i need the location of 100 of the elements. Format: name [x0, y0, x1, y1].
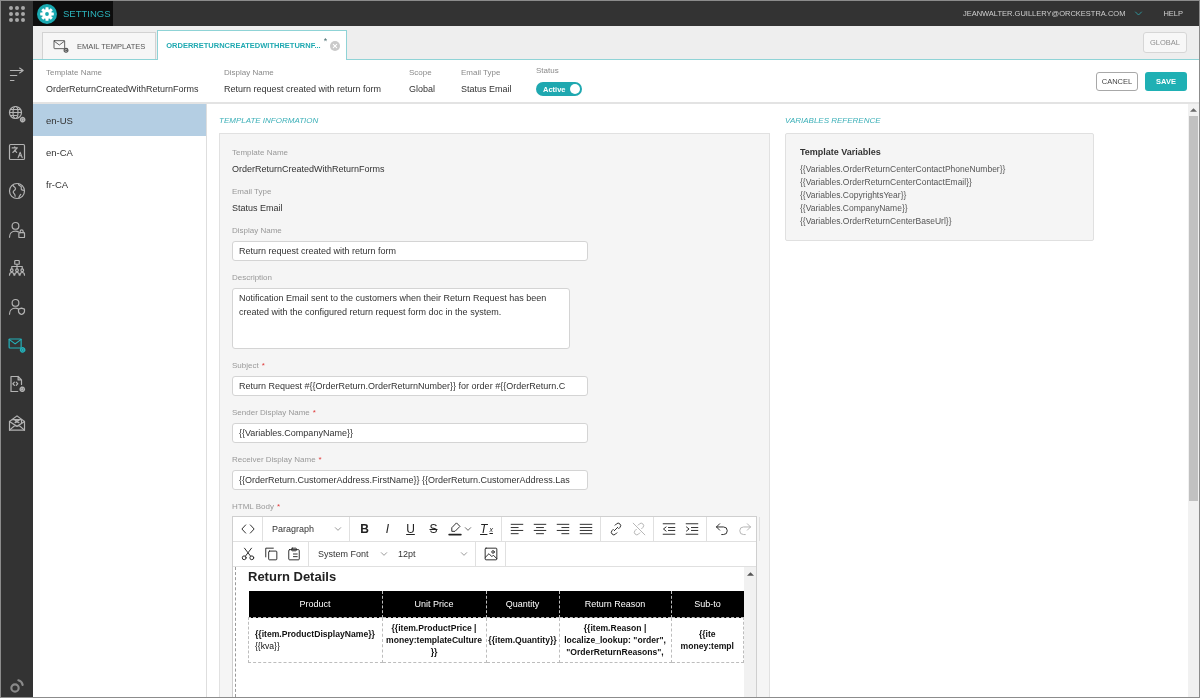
- user-lock-icon[interactable]: [8, 220, 26, 239]
- cell-text: {{ite: [697, 628, 717, 640]
- cell-text: {{item.ProductDisplayName}}: [255, 628, 376, 640]
- cell-text: {{kva}}: [255, 640, 281, 652]
- outdent-icon[interactable]: [661, 522, 676, 536]
- text-area[interactable]: Notification Email sent to the customers when their Return Request has been created with the configured return request form doc in the system.: [232, 288, 570, 349]
- variable-item: {{Variables.OrderReturnCenterContactPhoneNumber}}: [800, 163, 1007, 176]
- caret-icon: [460, 550, 468, 558]
- underline-button[interactable]: U: [399, 518, 422, 540]
- settings-icon: [37, 3, 57, 24]
- highlighter-icon[interactable]: [448, 522, 462, 536]
- code-icon[interactable]: [240, 522, 255, 536]
- unsaved-marker: *: [323, 36, 328, 46]
- cell-text: money:templ: [679, 640, 735, 652]
- field-value: OrderReturnCreatedWithReturnForms: [232, 163, 386, 175]
- summary-value: Status Email: [461, 84, 512, 94]
- table-header-cell: Return Reason: [559, 591, 671, 618]
- app-title: SETTINGS: [63, 8, 111, 19]
- image-icon[interactable]: [483, 547, 498, 561]
- undo-icon[interactable]: [714, 522, 729, 536]
- caret-icon: [380, 550, 388, 558]
- field-label: Receiver Display Name: [232, 455, 316, 465]
- required-mark: *: [261, 361, 265, 371]
- field-label: HTML Body: [232, 502, 274, 512]
- html-editor[interactable]: [232, 516, 757, 697]
- text-field[interactable]: Return request created with return form: [232, 241, 588, 261]
- translate-icon[interactable]: [8, 143, 26, 162]
- cell-text: {{item.ProductPrice | money:templateCulture }}: [385, 622, 483, 658]
- table-header-cell: Quantity: [486, 591, 559, 618]
- field-label: Email Type: [232, 187, 272, 197]
- required-mark: *: [318, 455, 322, 465]
- locale-item[interactable]: fr-CA: [33, 168, 206, 200]
- field-label: Display Name: [232, 226, 282, 236]
- summary-label: Template Name: [46, 68, 103, 77]
- scrollbar-thumb[interactable]: [1189, 116, 1198, 501]
- chevron-down-icon: [1134, 9, 1144, 18]
- summary-value: OrderReturnCreatedWithReturnForms: [46, 84, 199, 94]
- variable-item: {{Variables.OrderReturnCenterContactEmail}}: [800, 176, 973, 189]
- code-file-icon[interactable]: [8, 375, 26, 394]
- align-justify-icon[interactable]: [578, 522, 593, 536]
- user-shield-icon[interactable]: [8, 297, 26, 316]
- locale-item[interactable]: en-CA: [33, 136, 206, 168]
- card-title: Template Variables: [800, 147, 882, 157]
- scissors-icon[interactable]: [240, 547, 255, 561]
- field-value: Status Email: [232, 202, 284, 214]
- scrollbar-track[interactable]: [1188, 104, 1199, 697]
- summary-value: Global: [409, 84, 435, 94]
- copy-icon[interactable]: [263, 547, 278, 561]
- variable-item: {{Variables.OrderReturnCenterBaseUrl}}: [800, 215, 953, 228]
- summary-value: Return request created with return form: [224, 84, 382, 94]
- globe-icon[interactable]: [8, 182, 26, 201]
- summary-label: Scope: [409, 68, 432, 77]
- text-field[interactable]: {{Variables.CompanyName}}: [232, 423, 588, 443]
- summary-label: Status: [536, 66, 559, 75]
- collapse-menu-icon[interactable]: [8, 66, 26, 84]
- paste-icon[interactable]: [286, 547, 301, 561]
- strikethrough-button[interactable]: S: [422, 518, 445, 540]
- italic-button[interactable]: I: [376, 518, 399, 540]
- table-header-cell: Sub-to: [671, 591, 744, 618]
- envelope-icon[interactable]: [8, 413, 26, 432]
- field-label: Subject: [232, 361, 259, 371]
- locale-item[interactable]: en-US: [33, 104, 206, 136]
- field-label: Template Name: [232, 148, 289, 158]
- toolbar-dropdown[interactable]: System Font: [312, 543, 392, 565]
- table-header-cell: Product: [248, 591, 382, 618]
- mail-settings-icon[interactable]: [8, 336, 26, 355]
- field-label: Sender Display Name: [232, 408, 310, 418]
- field-label: Description: [232, 273, 272, 283]
- apps-grid-icon[interactable]: [9, 5, 25, 22]
- required-mark: *: [276, 502, 281, 512]
- bold-button[interactable]: B: [353, 518, 376, 540]
- toggle-knob-icon: [570, 84, 580, 94]
- required-mark: *: [312, 408, 316, 418]
- cell-text: {{item.Quantity}}: [487, 634, 558, 646]
- align-left-icon[interactable]: [509, 522, 524, 536]
- indent-icon[interactable]: [684, 522, 699, 536]
- toolbar-dropdown[interactable]: 12pt: [392, 543, 472, 565]
- section-heading: VARIABLES REFERENCE: [785, 116, 882, 126]
- variable-item: {{Variables.CopyrightsYear}}: [800, 189, 908, 202]
- summary-label: Email Type: [461, 68, 501, 77]
- table-header-cell: Unit Price: [382, 591, 486, 618]
- caret-icon: [464, 525, 472, 533]
- link-icon[interactable]: [608, 522, 623, 536]
- text-field[interactable]: Return Request #{{OrderReturn.OrderReturnNumber}} for order #{{OrderReturn.C: [232, 376, 588, 396]
- caret-icon: [334, 525, 342, 533]
- globe-gear-icon[interactable]: [8, 104, 26, 123]
- toolbar-dropdown[interactable]: Paragraph: [266, 518, 346, 540]
- content-heading: Return Details: [248, 569, 338, 585]
- section-heading: TEMPLATE INFORMATION: [219, 116, 320, 126]
- text-field[interactable]: {{OrderReturn.CustomerAddress.FirstName}} {{OrderReturn.CustomerAddress.Las: [232, 470, 588, 490]
- align-right-icon[interactable]: [555, 522, 570, 536]
- scroll-up-icon: [746, 572, 754, 576]
- align-center-icon[interactable]: [532, 522, 547, 536]
- scroll-up-icon: [1190, 108, 1197, 112]
- variable-item: {{Variables.CompanyName}}: [800, 202, 909, 215]
- logo-icon: [9, 678, 25, 694]
- hierarchy-icon[interactable]: [8, 259, 26, 278]
- mail-settings-icon: [53, 38, 69, 54]
- summary-label: Display Name: [224, 68, 274, 77]
- editor-scrollbar[interactable]: [744, 567, 756, 697]
